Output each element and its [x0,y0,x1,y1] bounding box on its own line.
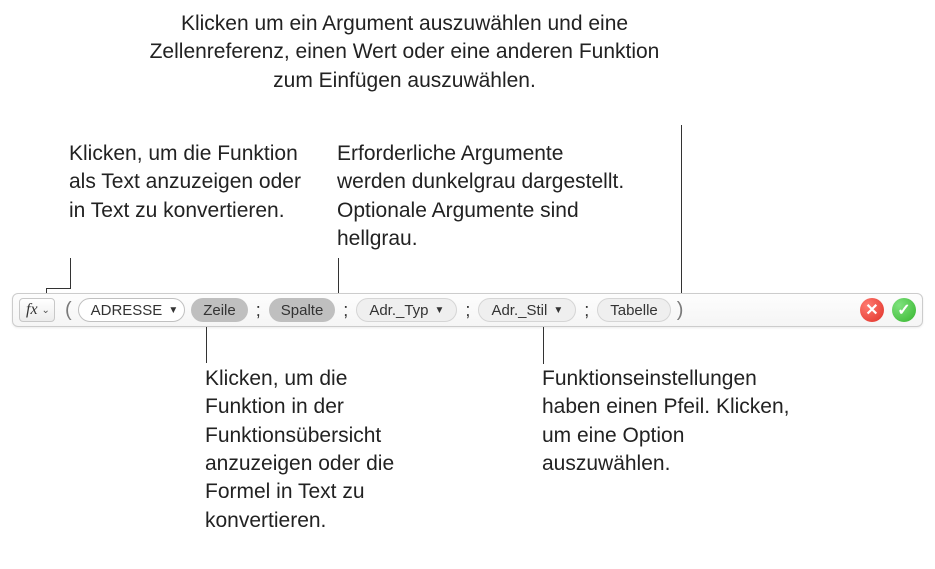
callout-function-settings: Funktionseinstellungen haben einen Pfeil… [542,365,792,478]
callout-select-argument: Klicken um ein Argument auszuwählen und … [127,10,682,95]
arg-row-label: Zeile [203,302,236,319]
formula-action-buttons: ✕ ✓ [860,298,916,322]
arg-row[interactable]: Zeile [191,298,248,322]
dropdown-triangle-icon: ▼ [553,305,563,316]
leader-show-as-text-h [46,288,71,289]
dropdown-triangle-icon: ▼ [168,305,178,316]
leader-show-as-text [70,258,71,288]
chevron-down-icon: ⌄ [42,305,50,316]
leader-required-optional [338,258,339,295]
arg-separator: ; [582,300,591,321]
dropdown-triangle-icon: ▼ [435,305,445,316]
arg-adr-type[interactable]: Adr._Typ ▼ [356,298,457,322]
fx-icon: fx [26,301,38,319]
confirm-button[interactable]: ✓ [892,298,916,322]
leader-select-argument [681,125,682,295]
arg-table[interactable]: Tabelle [597,298,671,322]
callout-show-as-text: Klicken, um die Funktion als Text anzuze… [69,140,319,225]
function-name-token[interactable]: ADRESSE ▼ [78,298,186,322]
arg-column[interactable]: Spalte [269,298,336,322]
check-icon: ✓ [897,300,910,320]
fx-menu-button[interactable]: fx ⌄ [19,298,55,322]
formula-token-area[interactable]: ( ADRESSE ▼ Zeile ; Spalte ; Adr._Typ ▼ … [59,296,850,324]
function-name-label: ADRESSE [91,302,163,319]
arg-separator: ; [463,300,472,321]
arg-adr-style[interactable]: Adr._Stil ▼ [478,298,576,322]
arg-adr-type-label: Adr._Typ [369,302,428,319]
callout-required-optional: Erforderliche Argumente werden dunkelgra… [337,140,627,253]
paren-close: ) [677,299,684,322]
leader-function-settings [543,324,544,364]
callout-function-overview: Klicken, um die Funktion in der Funktion… [205,365,430,535]
close-icon: ✕ [865,300,878,320]
leader-function-overview [206,323,207,363]
cancel-button[interactable]: ✕ [860,298,884,322]
arg-column-label: Spalte [281,302,324,319]
arg-adr-style-label: Adr._Stil [491,302,547,319]
paren-open: ( [65,299,72,322]
arg-separator: ; [341,300,350,321]
formula-editor-bar: fx ⌄ ( ADRESSE ▼ Zeile ; Spalte ; Adr._T… [12,293,923,327]
arg-separator: ; [254,300,263,321]
arg-table-label: Tabelle [610,302,658,319]
